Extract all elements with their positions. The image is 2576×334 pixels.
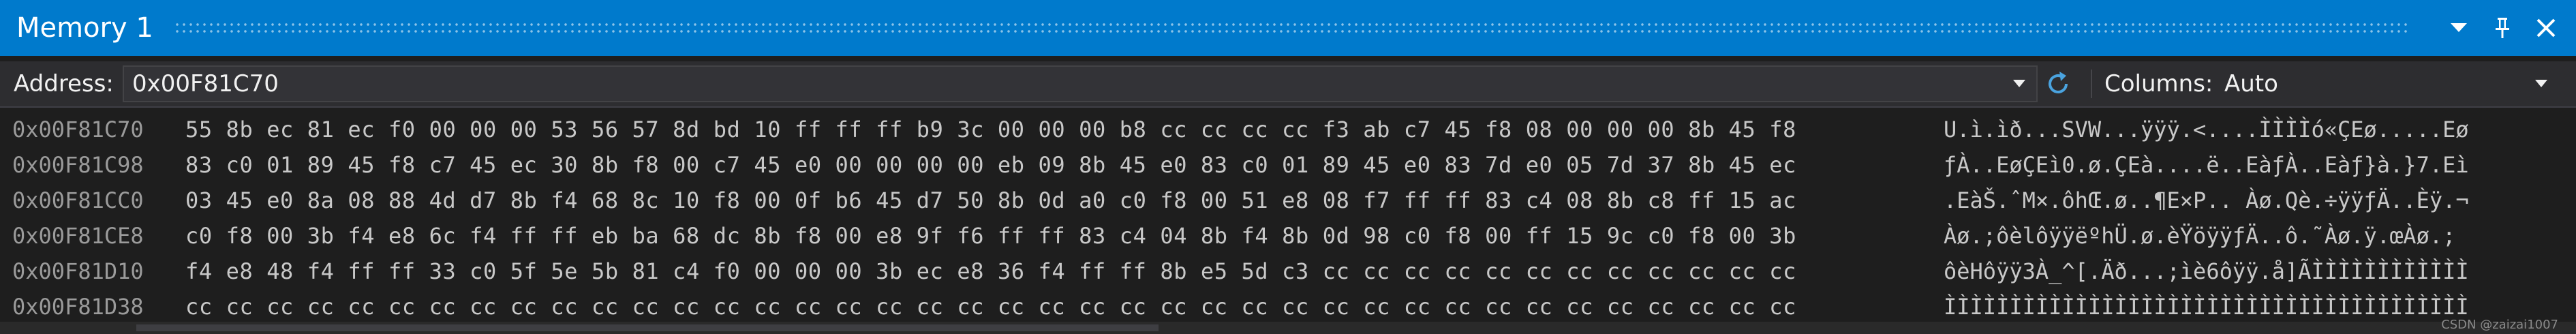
- row-address: 0x00F81D10: [12, 258, 144, 284]
- memory-window: Memory 1 Address: 0x00F81C70 Columns: Au…: [0, 0, 2576, 334]
- memory-row: 0x00F81C98 83 c0 01 89 45 f8 c7 45 ec 30…: [0, 146, 2576, 184]
- close-icon: [2536, 18, 2556, 37]
- caret-down-icon: [2451, 23, 2467, 32]
- row-ascii[interactable]: ôèHôÿÿ3À_^[.Äð...;ìè6ôÿÿ.å]ÃÌÌÌÌÌÌÌÌÌÌÌÌ: [1944, 252, 2523, 290]
- row-address: 0x00F81C98: [12, 152, 144, 178]
- title-bar[interactable]: Memory 1: [0, 0, 2576, 56]
- pin-button[interactable]: [2482, 7, 2523, 48]
- row-hex-bytes[interactable]: 83 c0 01 89 45 f8 c7 45 ec 30 8b f8 00 c…: [185, 146, 1903, 184]
- row-hex-bytes[interactable]: c0 f8 00 3b f4 e8 6c f4 ff ff eb ba 68 d…: [185, 217, 1903, 255]
- window-title: Memory 1: [16, 12, 153, 44]
- memory-row: 0x00F81D10 f4 e8 48 f4 ff ff 33 c0 5f 5e…: [0, 252, 2576, 290]
- toolbar-separator: [2091, 70, 2092, 98]
- columns-value: Auto: [2224, 70, 2278, 97]
- horizontal-scrollbar[interactable]: [0, 322, 2576, 334]
- row-address: 0x00F81CE8: [12, 223, 144, 249]
- columns-label: Columns:: [2104, 70, 2213, 97]
- row-ascii[interactable]: Àø.;ôèlôÿÿëºhÜ.ø.èŸöÿÿƒÄ..ô.˜Àø.ÿ.œÀø.;: [1944, 217, 2523, 255]
- row-ascii[interactable]: U.ì.ìð...SVW...ÿÿÿ.<....ÌÌÌÌó«ÇEø.....Eø: [1944, 110, 2523, 149]
- columns-dropdown-icon[interactable]: [2535, 80, 2547, 87]
- address-dropdown-icon[interactable]: [2013, 80, 2025, 87]
- row-hex-bytes[interactable]: 55 8b ec 81 ec f0 00 00 00 53 56 57 8d b…: [185, 110, 1903, 149]
- memory-row: 0x00F81C70 55 8b ec 81 ec f0 00 00 00 53…: [0, 110, 2576, 149]
- address-input[interactable]: [132, 67, 1972, 101]
- row-ascii[interactable]: ƒÀ..EøÇEì0.ø.ÇEà....ë..EàƒÀ..Eàƒ}à.}7.Eì: [1944, 146, 2523, 184]
- memory-grid[interactable]: 0x00F81C70 55 8b ec 81 ec f0 00 00 00 53…: [0, 108, 2576, 334]
- memory-toolbar: Address: Columns: Auto: [0, 61, 2576, 108]
- window-menu-button[interactable]: [2438, 7, 2479, 48]
- refresh-icon: [2049, 72, 2068, 93]
- row-hex-bytes[interactable]: 03 45 e0 8a 08 88 4d d7 8b f4 68 8c 10 f…: [185, 181, 1903, 219]
- row-ascii[interactable]: .EàŠ.ˆM×.ôhŒ.ø..¶E×P.. Àø.Qè.÷ÿÿƒÄ..Èÿ.¬: [1944, 181, 2523, 219]
- watermark: CSDN @zaizai1007: [2441, 318, 2558, 332]
- address-combobox[interactable]: [123, 65, 2038, 102]
- row-address: 0x00F81C70: [12, 117, 144, 142]
- row-hex-bytes[interactable]: f4 e8 48 f4 ff ff 33 c0 5f 5e 5b 81 c4 f…: [185, 252, 1903, 290]
- close-button[interactable]: [2526, 7, 2566, 48]
- memory-row: 0x00F81CC0 03 45 e0 8a 08 88 4d d7 8b f4…: [0, 181, 2576, 219]
- drag-grip[interactable]: [173, 21, 2411, 35]
- scrollbar-thumb[interactable]: [136, 324, 1159, 331]
- row-address: 0x00F81D38: [12, 294, 144, 320]
- row-ascii[interactable]: ÌÌÌÌÌÌÌÌÌÌÌÌÌÌÌÌÌÌÌÌÌÌÌÌÌÌÌÌÌÌÌÌÌÌÌÌÌÌÌÌ: [1944, 288, 2523, 326]
- address-label: Address:: [14, 70, 114, 97]
- row-hex-bytes[interactable]: cc cc cc cc cc cc cc cc cc cc cc cc cc c…: [185, 288, 1903, 326]
- memory-row: 0x00F81D38 cc cc cc cc cc cc cc cc cc cc…: [0, 288, 2576, 326]
- memory-row: 0x00F81CE8 c0 f8 00 3b f4 e8 6c f4 ff ff…: [0, 217, 2576, 255]
- refresh-button[interactable]: [2038, 65, 2079, 102]
- pin-icon: [2496, 18, 2509, 38]
- columns-combobox[interactable]: Auto: [2215, 65, 2562, 102]
- row-address: 0x00F81CC0: [12, 187, 144, 213]
